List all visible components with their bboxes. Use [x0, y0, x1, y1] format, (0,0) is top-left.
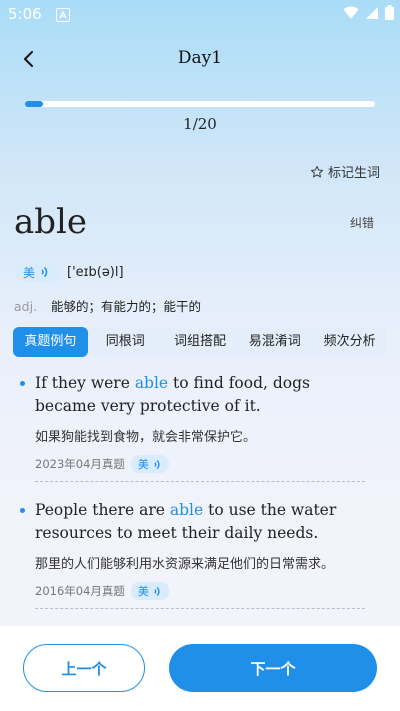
pronunciation-row: 美 ['eɪb(ə)l] [14, 262, 124, 282]
tab-real-exam-examples[interactable]: 真题例句 [13, 327, 88, 357]
prev-button[interactable]: 上一个 [23, 644, 145, 692]
example-sentence: If they were able to find food, dogs bec… [20, 372, 370, 418]
bullet-dot [20, 381, 25, 386]
example-translation: 如果狗能找到食物，就会非常保护它。 [35, 430, 257, 445]
example-source-row: 2016年04月真题 美 [20, 582, 370, 600]
accent-label: 美 [23, 265, 36, 280]
definition: 能够的；有能力的；能干的 [51, 299, 202, 314]
page-title: Day1 [177, 48, 223, 68]
tab-confusables[interactable]: 易混淆词 [237, 327, 312, 357]
progress-bar [25, 101, 375, 107]
sound-icon [154, 459, 160, 469]
status-bar: 5:06 [0, 0, 400, 28]
example-audio-button[interactable]: 美 [130, 455, 169, 473]
star-icon [310, 165, 324, 177]
word-headword: able [14, 202, 88, 242]
example-sentence: People there are able to use the water r… [20, 499, 370, 545]
next-button[interactable]: 下一个 [169, 644, 377, 692]
divider [35, 608, 365, 609]
tab-frequency[interactable]: 频次分析 [312, 327, 387, 357]
example-source: 2023年04月真题 [35, 457, 125, 471]
battery-icon [385, 5, 394, 20]
tab-cognates[interactable]: 同根词 [88, 327, 163, 357]
accent-label: 美 [137, 458, 149, 471]
progress-fill [25, 101, 43, 107]
example-item: If they were able to find food, dogs bec… [20, 372, 370, 482]
status-time: 5:06 [8, 5, 42, 23]
bookmark-button[interactable]: 标记生词 [310, 162, 380, 181]
highlighted-word: able [169, 501, 204, 519]
wifi-icon [343, 6, 359, 19]
bookmark-label: 标记生词 [327, 166, 380, 181]
example-translation: 那里的人们能够利用水资源来满足他们的日常需求。 [35, 557, 335, 572]
notification-icon [56, 8, 70, 22]
accent-label: 美 [137, 585, 149, 598]
sentence-text: People there are [35, 501, 170, 519]
definition-row: adj. 能够的；有能力的；能干的 [14, 296, 201, 315]
bullet-dot [20, 508, 25, 513]
cellular-icon [366, 6, 378, 19]
sound-icon [154, 586, 160, 596]
tab-bar: 真题例句 同根词 词组搭配 易混淆词 频次分析 [13, 327, 387, 357]
correct-button[interactable]: 纠错 [350, 214, 374, 231]
example-audio-button[interactable]: 美 [130, 582, 169, 600]
pronunciation-button[interactable]: 美 [14, 262, 60, 282]
example-source-row: 2023年04月真题 美 [20, 455, 370, 473]
status-icons [343, 5, 394, 20]
example-source: 2016年04月真题 [35, 584, 125, 598]
example-item: People there are able to use the water r… [20, 499, 370, 609]
sound-icon [41, 266, 48, 278]
part-of-speech: adj. [14, 299, 38, 314]
phonetic: ['eɪb(ə)l] [67, 264, 124, 280]
tab-phrases[interactable]: 词组搭配 [163, 327, 238, 357]
progress-label: 1/20 [183, 115, 217, 133]
highlighted-word: able [134, 374, 169, 392]
divider [35, 481, 365, 482]
sentence-text: If they were [35, 374, 135, 392]
